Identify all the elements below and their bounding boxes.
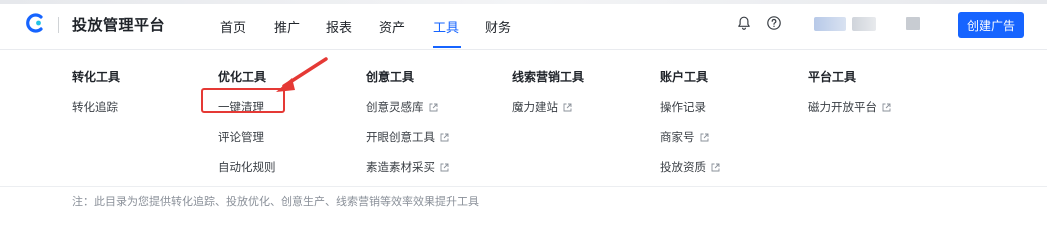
column-title: 平台工具 xyxy=(808,70,857,84)
nav-tools[interactable]: 工具 xyxy=(433,17,459,36)
menu-item-magnetic-open-platform[interactable]: 磁力开放平台 xyxy=(808,98,891,116)
external-link-icon xyxy=(711,163,720,171)
menu-column-creative: 创意工具 创意灵感库 开眼创意工具 素造素材采买 xyxy=(366,68,449,176)
menu-item-comment-management[interactable]: 评论管理 xyxy=(218,128,276,146)
footer-note: 注：此目录为您提供转化追踪、投放优化、创意生产、线索营销等效率效果提升工具 xyxy=(72,195,479,208)
menu-column-platform: 平台工具 磁力开放平台 xyxy=(808,68,891,116)
nav-home[interactable]: 首页 xyxy=(220,17,246,36)
nav-active-indicator xyxy=(433,46,461,48)
top-navigation-bar: 投放管理平台 首页 推广 报表 资产 工具 财务 创建广告 xyxy=(0,0,1047,50)
annotation-arrow-icon xyxy=(276,57,328,92)
top-blurred-strip xyxy=(0,0,1047,4)
external-link-icon xyxy=(440,133,449,141)
column-title: 线索营销工具 xyxy=(512,70,585,84)
menu-column-optimization: 优化工具 一键清理 评论管理 自动化规则 xyxy=(218,68,276,176)
account-avatar-blurred[interactable] xyxy=(814,17,846,31)
nav-assets[interactable]: 资产 xyxy=(379,17,405,36)
menu-item-conversion-tracking[interactable]: 转化追踪 xyxy=(72,98,120,116)
platform-title: 投放管理平台 xyxy=(72,16,166,34)
menu-column-conversion: 转化工具 转化追踪 xyxy=(72,68,120,116)
menu-item-label: 素造素材采买 xyxy=(366,160,435,174)
column-title: 转化工具 xyxy=(72,70,121,84)
menu-item-operation-log[interactable]: 操作记录 xyxy=(660,98,720,116)
column-title: 账户工具 xyxy=(660,70,709,84)
menu-item-label: 商家号 xyxy=(660,130,695,144)
menu-column-account: 账户工具 操作记录 商家号 投放资质 xyxy=(660,68,720,176)
external-link-icon xyxy=(563,103,572,111)
menu-item-label: 转化追踪 xyxy=(72,100,118,114)
folder-icon[interactable] xyxy=(906,17,920,30)
external-link-icon xyxy=(429,103,437,111)
brand-divider xyxy=(58,17,59,33)
menu-item-automation-rules[interactable]: 自动化规则 xyxy=(218,158,276,176)
logo-icon[interactable] xyxy=(24,12,46,34)
menu-item-kaiyan-creative-tool[interactable]: 开眼创意工具 xyxy=(366,128,449,146)
menu-item-label: 评论管理 xyxy=(218,130,264,144)
external-link-icon xyxy=(700,133,708,141)
account-name-blurred[interactable] xyxy=(852,17,876,31)
menu-item-label: 开眼创意工具 xyxy=(366,130,435,144)
menu-item-label: 操作记录 xyxy=(660,100,706,114)
menu-item-merchant-account[interactable]: 商家号 xyxy=(660,128,720,146)
external-link-icon xyxy=(882,103,891,111)
create-ad-button[interactable]: 创建广告 xyxy=(958,12,1024,38)
menu-item-material-purchase[interactable]: 素造素材采买 xyxy=(366,158,449,176)
menu-item-label: 魔力建站 xyxy=(512,100,558,114)
menu-item-ad-qualification[interactable]: 投放资质 xyxy=(660,158,720,176)
menu-item-label: 磁力开放平台 xyxy=(808,100,877,114)
nav-finance[interactable]: 财务 xyxy=(485,17,511,36)
column-title: 创意工具 xyxy=(366,70,415,84)
column-title: 优化工具 xyxy=(218,70,267,84)
help-icon[interactable] xyxy=(766,15,782,31)
menu-item-label: 自动化规则 xyxy=(218,160,276,174)
footer-divider xyxy=(0,186,1047,187)
external-link-icon xyxy=(440,163,449,171)
nav-reports[interactable]: 报表 xyxy=(326,17,352,36)
menu-item-creative-inspiration[interactable]: 创意灵感库 xyxy=(366,98,449,116)
menu-item-label: 投放资质 xyxy=(660,160,706,174)
menu-column-leads: 线索营销工具 魔力建站 xyxy=(512,68,584,116)
menu-item-magic-site-builder[interactable]: 魔力建站 xyxy=(512,98,584,116)
menu-item-label: 创意灵感库 xyxy=(366,100,424,114)
bell-icon[interactable] xyxy=(736,15,752,31)
nav-promotion[interactable]: 推广 xyxy=(274,17,300,36)
